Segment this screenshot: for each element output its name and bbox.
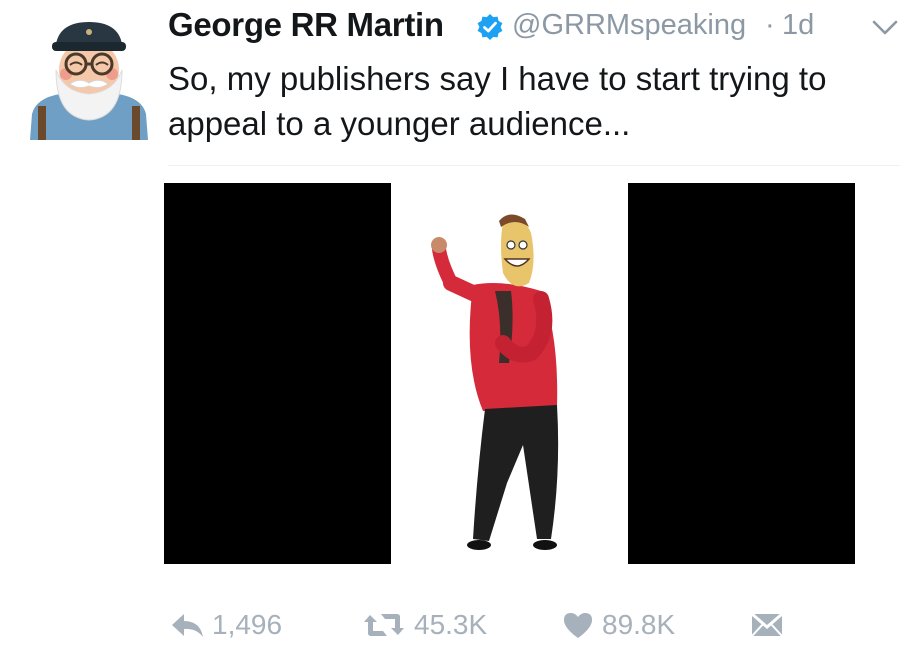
tweet-media[interactable] [164,183,855,564]
envelope-icon [750,611,784,639]
author-name[interactable]: George RR Martin [168,6,444,44]
retweet-button[interactable]: 45.3K [362,600,487,650]
tweet: George RR Martin @GRRMspeaking · 1d So, … [0,0,900,661]
tweet-timestamp[interactable]: 1d [782,9,814,42]
reply-button[interactable]: 1,496 [170,600,282,650]
author-avatar[interactable] [26,14,152,140]
retweet-count: 45.3K [414,609,488,640]
direct-message-button[interactable] [750,600,784,650]
chevron-down-icon[interactable] [872,20,898,36]
like-count: 89.8K [602,609,676,640]
retweet-icon [362,611,406,639]
heart-icon [562,611,594,639]
author-handle[interactable]: @GRRMspeaking [512,9,746,42]
verified-badge-icon [476,13,504,41]
reply-icon [170,611,204,639]
reply-count: 1,496 [212,609,283,640]
tweet-text: So, my publishers say I have to start tr… [168,60,827,142]
like-button[interactable]: 89.8K [562,600,675,650]
tweet-actions: 1,496 45.3K 89.8K [0,600,900,650]
divider [168,165,900,166]
dancing-figure-illustration [431,214,559,550]
separator-dot: · [765,9,775,41]
avatar-illustration [30,22,148,140]
media-photo [391,183,628,564]
